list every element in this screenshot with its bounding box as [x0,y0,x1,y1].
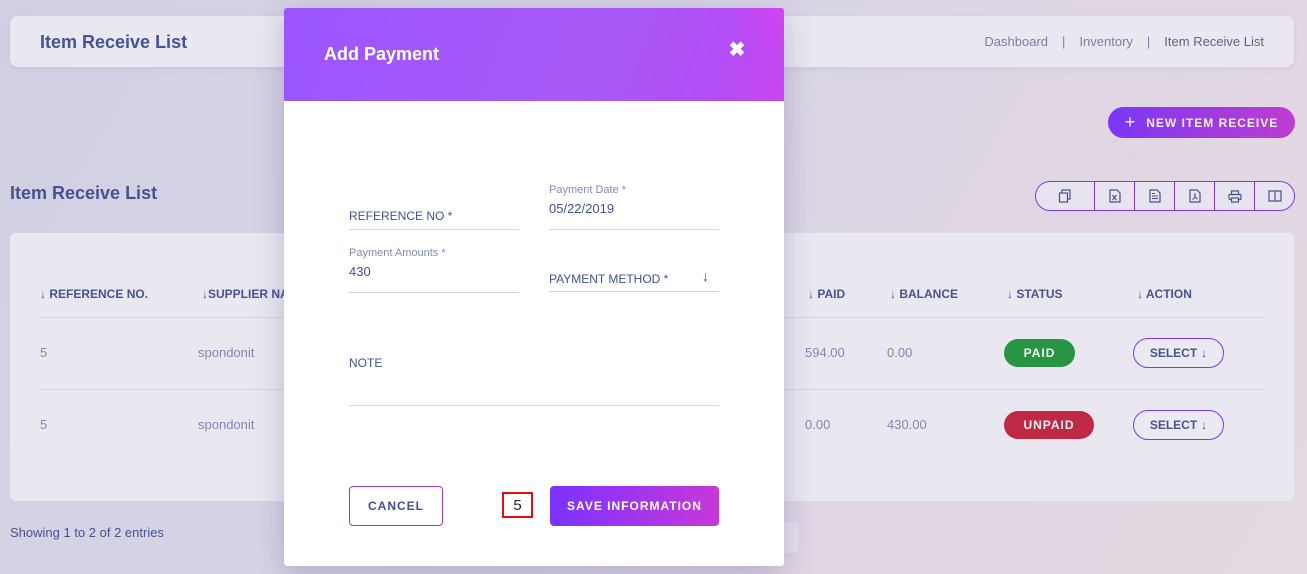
reference-no-label: REFERENCE NO * [349,209,453,223]
payment-date-field[interactable]: Payment Date * 05/22/2019 [549,184,719,230]
note-field[interactable]: NOTE [349,353,719,406]
reference-no-field[interactable]: REFERENCE NO * [349,206,519,230]
note-label: NOTE [349,356,383,370]
payment-amount-field[interactable]: Payment Amounts * 430 [349,247,519,293]
payment-date-value: 05/22/2019 [549,201,615,216]
payment-date-label: Payment Date * [549,184,627,196]
payment-method-select[interactable]: PAYMENT METHOD * ↓ [549,268,719,292]
add-payment-modal: Add Payment ✖ REFERENCE NO * Payment Dat… [284,8,784,566]
modal-header: Add Payment ✖ [284,8,784,101]
payment-amount-label: Payment Amounts * [349,247,446,259]
save-information-button[interactable]: SAVE INFORMATION [550,486,719,526]
close-icon[interactable]: ✖ [728,40,746,60]
payment-method-label: PAYMENT METHOD * [549,272,669,286]
chevron-down-icon: ↓ [702,268,709,284]
modal-title: Add Payment [324,44,440,64]
payment-amount-value: 430 [349,264,371,279]
cancel-button[interactable]: CANCEL [349,486,443,526]
annotation-marker: 5 [502,492,533,518]
